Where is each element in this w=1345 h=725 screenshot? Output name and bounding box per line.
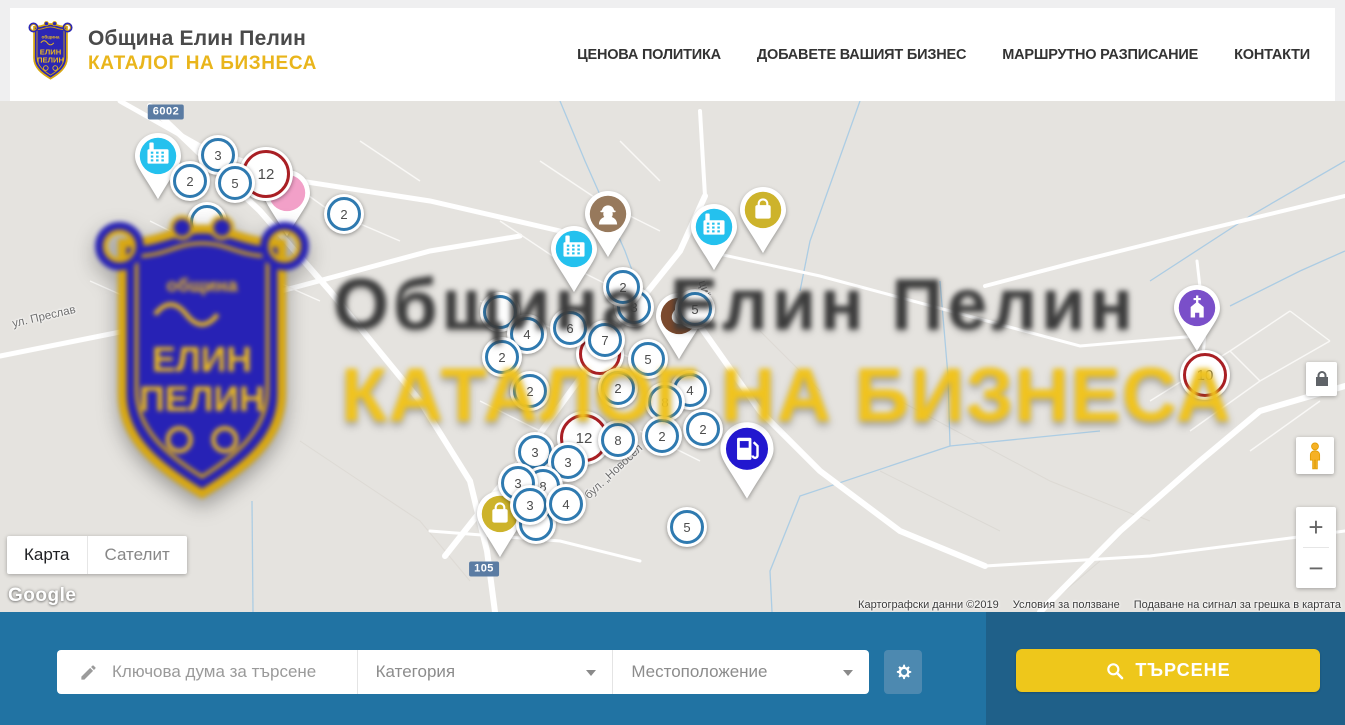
cluster-marker[interactable]: 2 <box>324 194 364 234</box>
nav-item[interactable]: КОНТАКТИ <box>1234 47 1310 63</box>
cluster-marker[interactable]: 4 <box>546 484 586 524</box>
cluster-count: 2 <box>327 197 361 231</box>
header: община ЕЛИН ПЕЛИН Община Елин Пелин КАТА… <box>10 8 1335 101</box>
zoom-in-button[interactable]: + <box>1296 507 1336 547</box>
zoom-out-button[interactable]: − <box>1296 548 1336 588</box>
cluster-count: 10 <box>1183 353 1227 397</box>
brand-logo[interactable]: община ЕЛИН ПЕЛИН Община Елин Пелин КАТА… <box>27 18 317 84</box>
church-pin[interactable] <box>1170 284 1224 358</box>
zoom-control: + − <box>1296 507 1336 588</box>
cluster-count: 7 <box>588 323 622 357</box>
cluster-count: 2 <box>645 419 679 453</box>
cluster-count: 5 <box>218 166 252 200</box>
svg-text:ПЕЛИН: ПЕЛИН <box>37 56 64 65</box>
nav-item[interactable]: ЦЕНОВА ПОЛИТИКА <box>577 47 721 63</box>
nav-item[interactable]: ДОБАВЕТЕ ВАШИЯТ БИЗНЕС <box>757 47 966 63</box>
cluster-marker[interactable]: 8 <box>598 420 638 460</box>
map-type-map-button[interactable]: Карта <box>7 536 87 574</box>
attribution-link[interactable]: Подаване на сигнал за грешка в картата <box>1134 599 1341 611</box>
svg-text:община: община <box>41 34 59 40</box>
cluster-count: 2 <box>513 374 547 408</box>
fuel-pin[interactable] <box>716 421 778 506</box>
cluster-marker[interactable]: 3 <box>510 485 550 525</box>
cluster-count: 8 <box>648 385 682 419</box>
gear-icon <box>892 661 914 683</box>
search-input-group: Категория Местоположение <box>57 650 869 694</box>
location-select[interactable]: Местоположение <box>612 650 869 694</box>
category-select[interactable]: Категория <box>357 650 613 694</box>
map-type-control: Карта Сателит <box>7 536 187 574</box>
attribution-text: Картографски данни ©2019 <box>858 599 999 611</box>
nav-item[interactable]: МАРШРУТНО РАЗПИСАНИЕ <box>1002 47 1198 63</box>
cluster-marker[interactable]: 2 <box>683 409 723 449</box>
attribution-link[interactable]: Условия за ползване <box>1013 599 1120 611</box>
map-type-satellite-button[interactable]: Сателит <box>87 536 187 574</box>
cluster-count: 2 <box>606 270 640 304</box>
search-button-label: ТЪРСЕНЕ <box>1135 660 1230 681</box>
cluster-count <box>190 205 224 239</box>
municipality-crest-icon: община ЕЛИН ПЕЛИН <box>27 18 74 84</box>
search-button[interactable]: ТЪРСЕНЕ <box>1016 649 1320 692</box>
cluster-marker[interactable]: 2 <box>598 368 638 408</box>
cluster-marker[interactable]: 2 <box>603 267 643 307</box>
cluster-marker[interactable]: 7 <box>585 320 625 360</box>
cluster-count: 5 <box>631 342 665 376</box>
fullscreen-lock-button[interactable] <box>1306 362 1337 396</box>
map-attribution: Картографски данни ©2019 Условия за ползв… <box>858 599 1341 611</box>
advanced-settings-button[interactable] <box>884 650 922 694</box>
chevron-down-icon <box>586 670 596 676</box>
cluster-marker[interactable]: 2 <box>482 337 522 377</box>
cluster-count: 6 <box>553 311 587 345</box>
chevron-down-icon <box>843 670 853 676</box>
shopping-bag-pin[interactable] <box>736 186 790 260</box>
location-select-label: Местоположение <box>631 662 767 682</box>
cluster-marker[interactable]: 5 <box>667 507 707 547</box>
cluster-count: 3 <box>513 488 547 522</box>
cluster-marker[interactable]: 2 <box>510 371 550 411</box>
google-logo[interactable]: Google <box>8 585 76 607</box>
cluster-count: 4 <box>549 487 583 521</box>
cluster-marker[interactable]: 10 <box>1180 350 1230 400</box>
cluster-count: 5 <box>670 510 704 544</box>
cluster-count: 2 <box>601 371 635 405</box>
lock-icon <box>1315 371 1329 387</box>
map-canvas[interactable]: 6002105ул. Преславбул. „Новоселци“ 32125… <box>0 101 1345 612</box>
main-nav: ЦЕНОВА ПОЛИТИКА ДОБАВЕТЕ ВАШИЯТ БИЗНЕС МАР… <box>577 8 1310 101</box>
cluster-count: 2 <box>686 412 720 446</box>
cluster-count: 5 <box>678 292 712 326</box>
cluster-marker[interactable]: 5 <box>675 289 715 329</box>
cluster-count: 2 <box>485 340 519 374</box>
cluster-marker[interactable] <box>187 202 227 242</box>
cluster-count: 8 <box>601 423 635 457</box>
page: община ЕЛИН ПЕЛИН Община Елин Пелин КАТА… <box>0 0 1345 725</box>
street-view-pegman[interactable] <box>1296 437 1334 474</box>
factory-pin[interactable] <box>687 203 741 277</box>
pegman-icon <box>1307 442 1323 470</box>
cluster-count: 2 <box>173 164 207 198</box>
pencil-icon <box>79 663 98 682</box>
cluster-marker[interactable]: 6 <box>550 308 590 348</box>
search-icon <box>1105 661 1125 681</box>
cluster-marker[interactable]: 5 <box>215 163 255 203</box>
search-bar: Категория Местоположение ТЪРСЕНЕ <box>0 612 1345 725</box>
cluster-marker[interactable]: 2 <box>170 161 210 201</box>
worker-pin[interactable] <box>581 190 635 264</box>
cluster-marker[interactable]: 2 <box>642 416 682 456</box>
site-subtitle: КАТАЛОГ НА БИЗНЕСА <box>88 53 317 75</box>
cluster-marker[interactable]: 5 <box>628 339 668 379</box>
keyword-search-input[interactable] <box>110 661 357 683</box>
site-title: Община Елин Пелин <box>88 27 317 51</box>
road-shield: 6002 <box>148 105 184 120</box>
keyword-section <box>57 650 357 694</box>
category-select-label: Категория <box>376 662 455 682</box>
